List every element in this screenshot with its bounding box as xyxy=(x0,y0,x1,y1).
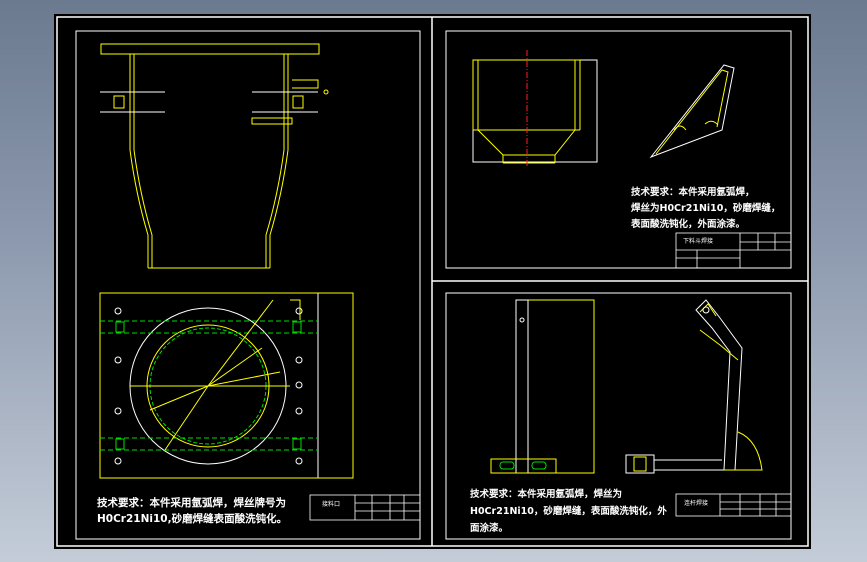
sheet-2-note-line-2: 焊丝为H0Cr21Ni10，砂磨焊缝， xyxy=(631,202,780,214)
sheet-1-note-line-1: 技术要求：本件采用氩弧焊，焊丝牌号为 xyxy=(97,496,286,509)
cad-viewport[interactable]: 技术要求：本件采用氩弧焊，焊丝牌号为 H0Cr21Ni10,砂磨焊缝表面酸洗钝化… xyxy=(0,0,867,562)
cad-drawing-canvas: 技术要求：本件采用氩弧焊，焊丝牌号为 H0Cr21Ni10,砂磨焊缝表面酸洗钝化… xyxy=(54,14,811,549)
sheet-2-title-name: 下料斗焊接 xyxy=(683,237,713,245)
sheet-3-note-line-3: 面涂漆。 xyxy=(470,522,508,534)
sheet-3-title-name: 连杆焊接 xyxy=(684,499,708,507)
sheet-2-note-line-1: 技术要求：本件采用氩弧焊， xyxy=(631,186,755,198)
sheet-3-note-line-1: 技术要求：本件采用氩弧焊，焊丝为 xyxy=(470,488,622,500)
sheet-2-note-line-3: 表面酸洗钝化，外面涂漆。 xyxy=(630,218,745,230)
sheet-1-note-line-2: H0Cr21Ni10,砂磨焊缝表面酸洗钝化。 xyxy=(97,512,287,525)
sheet-3-note-line-2: H0Cr21Ni10，砂磨焊缝，表面酸洗钝化，外 xyxy=(470,505,667,517)
sheet-1-title-name: 接料口 xyxy=(322,500,340,508)
